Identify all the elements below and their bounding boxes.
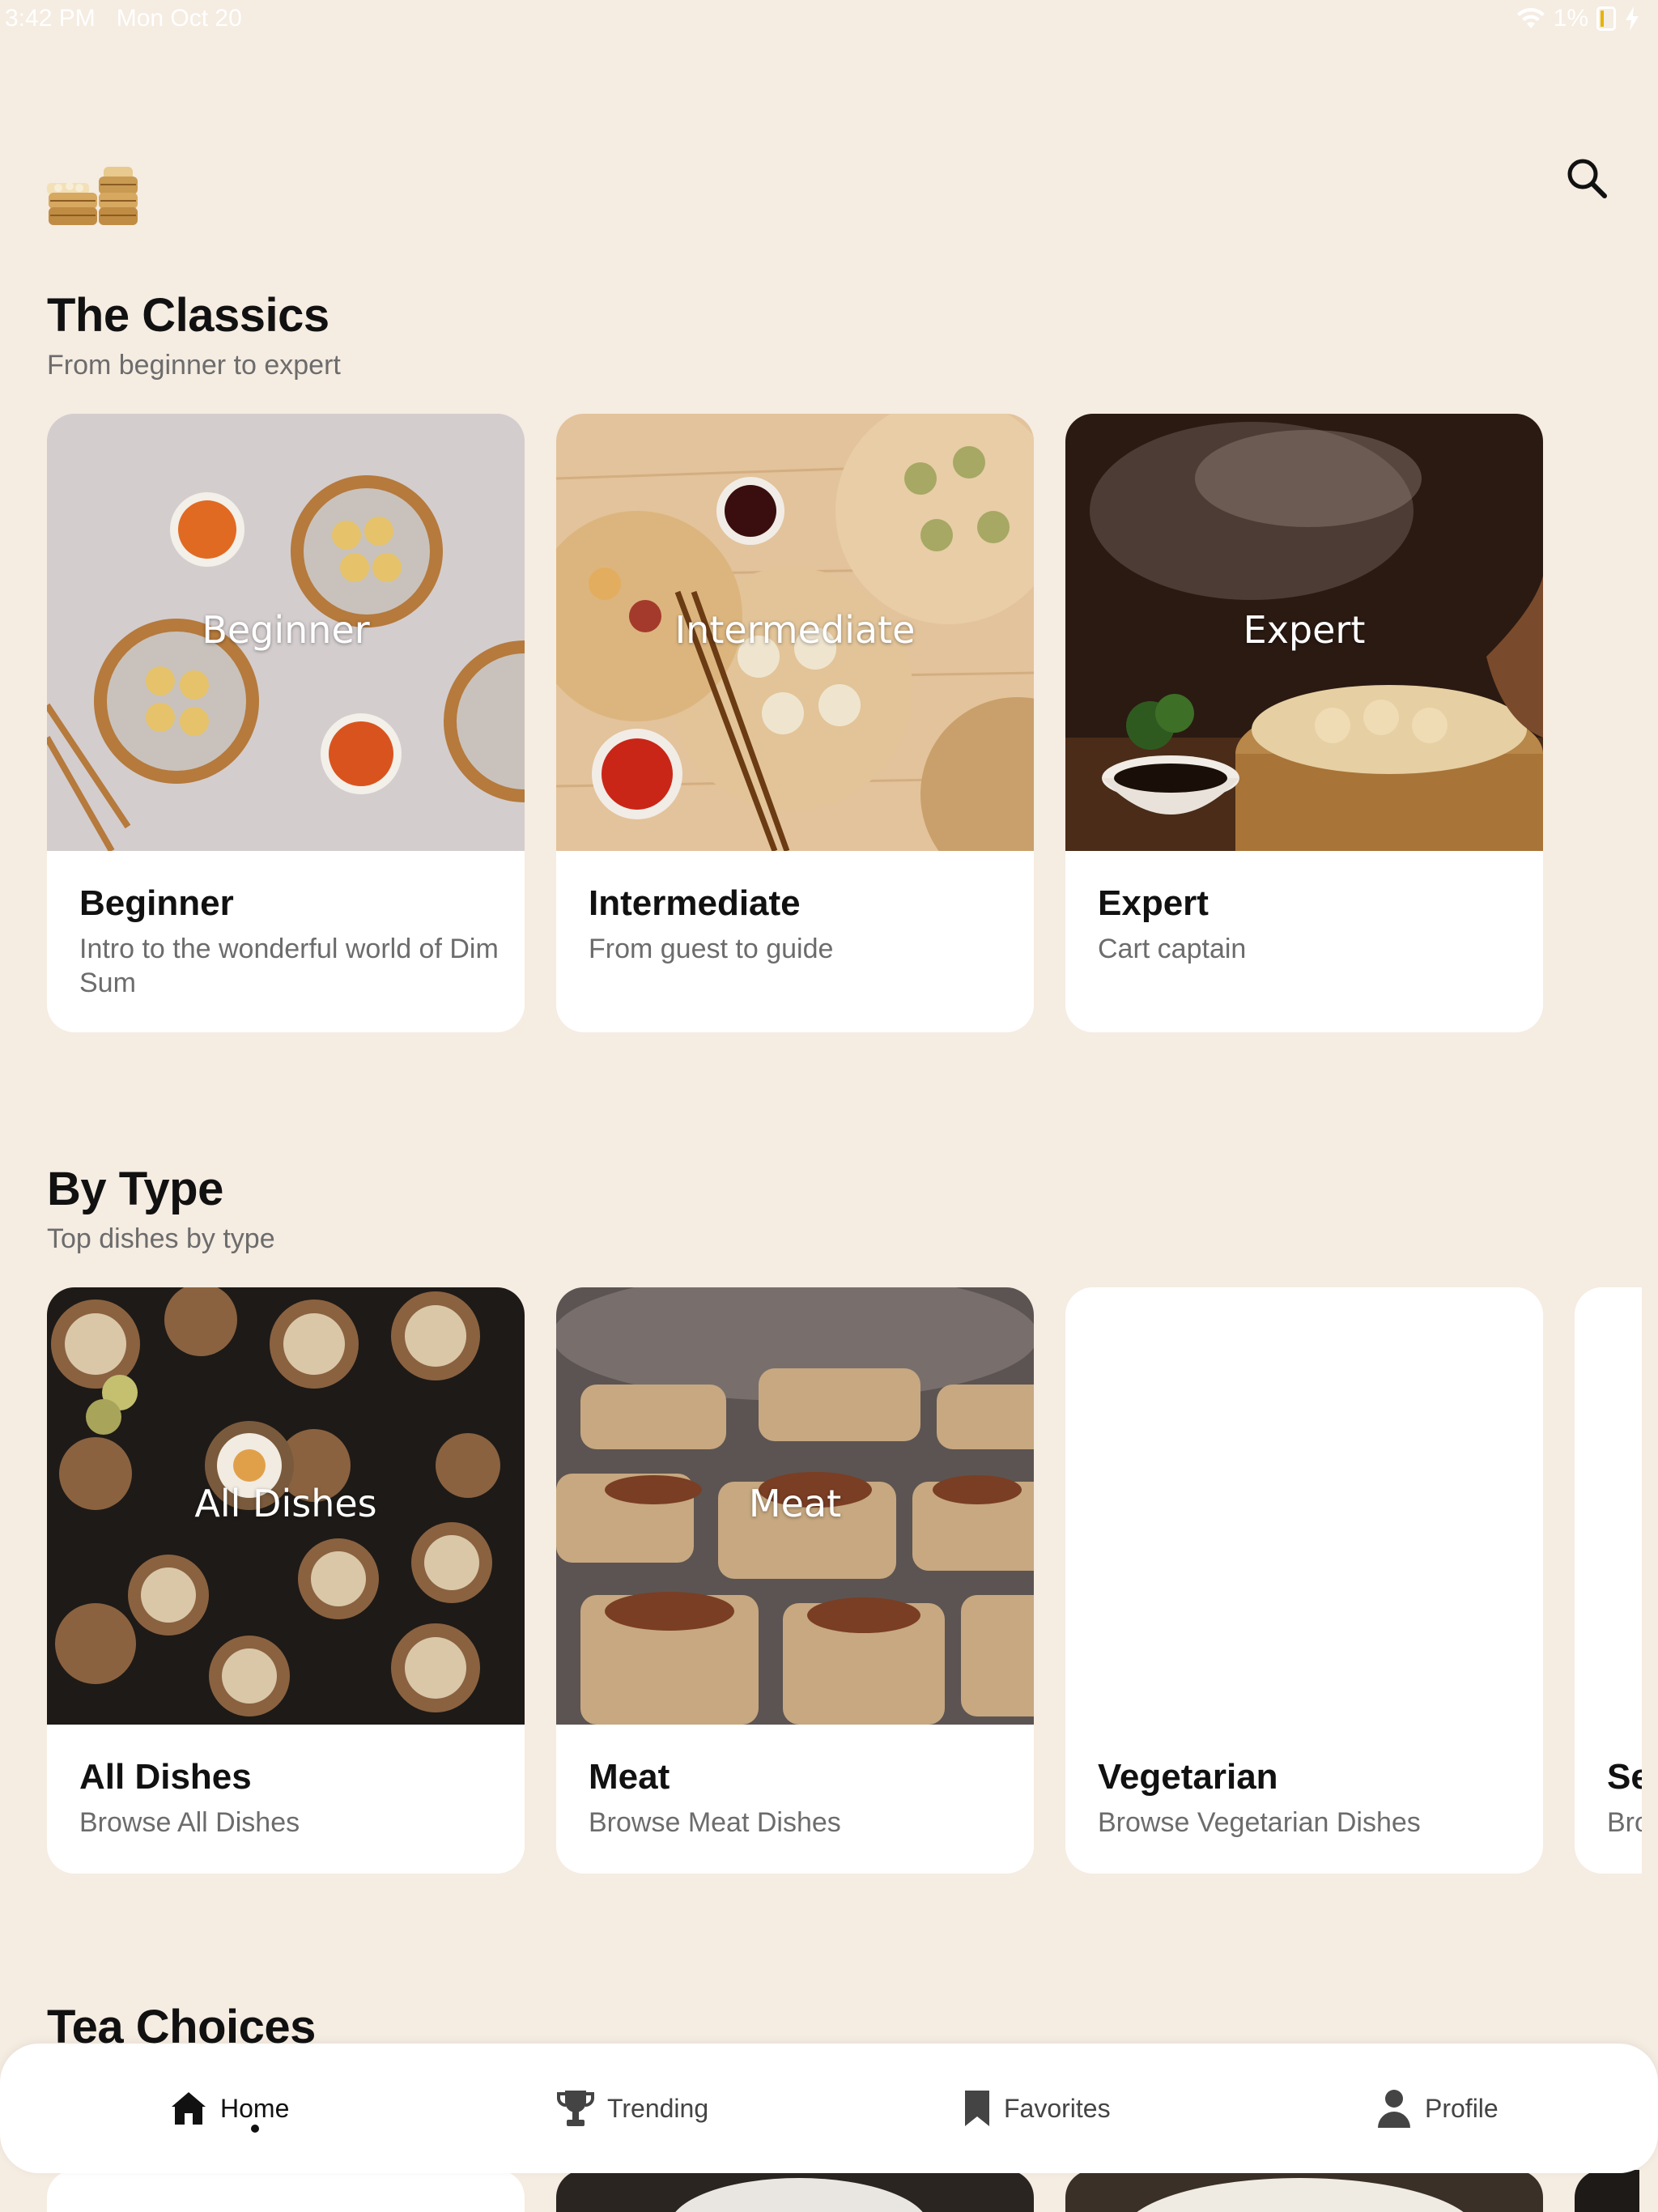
wifi-icon: [1516, 7, 1545, 28]
person-icon: [1378, 2090, 1410, 2128]
card-image-beginner: Beginner: [47, 414, 525, 851]
nav-label-profile: Profile: [1425, 2093, 1499, 2123]
battery-icon: [1596, 6, 1616, 31]
card-title-vegetarian: Vegetarian: [1098, 1757, 1278, 1797]
nav-item-profile[interactable]: Profile: [1376, 2044, 1499, 2173]
card-image-partial: [1575, 1287, 1642, 1725]
battery-percent: 1%: [1553, 5, 1588, 32]
section-title-by-type: By Type: [47, 1163, 223, 1215]
card-vegetarian[interactable]: Vegetarian Browse Vegetarian Dishes: [1065, 1287, 1543, 1874]
status-time: 3:42 PM: [5, 5, 96, 32]
card-overlay-beginner: Beginner: [202, 608, 370, 652]
tea-card-peek-3: [1065, 2170, 1543, 2212]
nav-label-trending: Trending: [607, 2093, 709, 2123]
card-beginner[interactable]: Beginner Beginner Intro to the wonderful…: [47, 414, 525, 1032]
section-title-classics: The Classics: [47, 289, 329, 342]
charging-bolt-icon: [1626, 6, 1639, 31]
card-image-vegetarian: [1065, 1287, 1543, 1725]
card-image-intermediate: Intermediate: [556, 414, 1034, 851]
nav-item-home[interactable]: Home: [170, 2044, 289, 2173]
search-icon[interactable]: [1562, 154, 1611, 202]
card-subtitle-all-dishes: Browse All Dishes: [79, 1807, 300, 1838]
section-subtitle-by-type: Top dishes by type: [47, 1223, 275, 1254]
card-subtitle-partial: Bro: [1607, 1807, 1642, 1838]
card-subtitle-beginner: Intro to the wonderful world of Dim Sum: [79, 934, 499, 998]
tea-card-peek-2: [556, 2170, 1034, 2212]
card-all-dishes[interactable]: All Dishes All Dishes Browse All Dishes: [47, 1287, 525, 1874]
tea-card-peek-1: [47, 2170, 525, 2212]
card-overlay-expert: Expert: [1243, 608, 1366, 652]
card-title-beginner: Beginner: [79, 883, 234, 923]
card-meat[interactable]: Meat Meat Browse Meat Dishes: [556, 1287, 1034, 1874]
card-title-all-dishes: All Dishes: [79, 1757, 252, 1797]
card-subtitle-meat: Browse Meat Dishes: [589, 1807, 841, 1838]
nav-label-favorites: Favorites: [1004, 2093, 1111, 2123]
nav-label-home: Home: [220, 2093, 290, 2123]
card-title-meat: Meat: [589, 1757, 670, 1797]
nav-item-trending[interactable]: Trending: [557, 2044, 708, 2173]
card-image-expert: Expert: [1065, 414, 1543, 851]
card-subtitle-intermediate: From guest to guide: [589, 934, 834, 964]
classics-carousel[interactable]: Beginner Beginner Intro to the wonderful…: [47, 414, 1642, 1032]
home-icon: [172, 2092, 206, 2125]
card-intermediate[interactable]: Intermediate Intermediate From guest to …: [556, 414, 1034, 1032]
card-title-expert: Expert: [1098, 883, 1209, 923]
card-overlay-intermediate: Intermediate: [674, 608, 916, 652]
card-subtitle-expert: Cart captain: [1098, 934, 1247, 964]
status-bar: 3:42 PM Mon Oct 20 1%: [0, 0, 1658, 39]
card-subtitle-vegetarian: Browse Vegetarian Dishes: [1098, 1807, 1421, 1838]
card-overlay-meat: Meat: [748, 1482, 842, 1525]
trophy-icon: [557, 2091, 594, 2126]
bottom-nav: Home Trending Favorites Profile: [0, 2044, 1658, 2173]
card-image-meat: Meat: [556, 1287, 1034, 1725]
nav-item-favorites[interactable]: Favorites: [963, 2044, 1111, 2173]
tea-card-peek-4: [1575, 2170, 1639, 2212]
card-title-partial: Se: [1607, 1757, 1642, 1797]
status-date: Mon Oct 20: [116, 5, 242, 32]
card-partial[interactable]: Se Bro: [1575, 1287, 1642, 1874]
dim-sum-steamer-logo: [47, 167, 138, 225]
card-overlay-all-dishes: All Dishes: [194, 1482, 377, 1525]
card-expert[interactable]: Expert Expert Cart captain: [1065, 414, 1543, 1032]
by-type-carousel[interactable]: All Dishes All Dishes Browse All Dishes …: [47, 1287, 1642, 1874]
active-indicator-dot: [251, 2125, 259, 2133]
bookmark-icon: [965, 2091, 989, 2126]
section-subtitle-classics: From beginner to expert: [47, 350, 341, 381]
card-title-intermediate: Intermediate: [589, 883, 801, 923]
card-image-all-dishes: All Dishes: [47, 1287, 525, 1725]
